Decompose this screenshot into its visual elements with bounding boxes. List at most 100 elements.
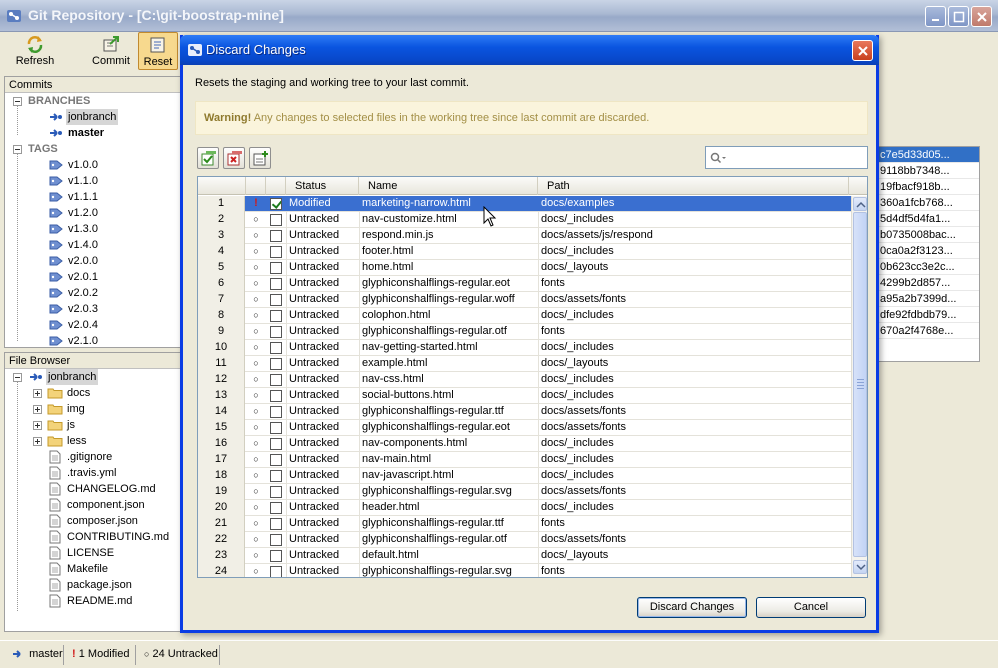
- row-checkbox[interactable]: [270, 486, 282, 498]
- select-none-button[interactable]: [223, 147, 245, 169]
- commit-hash[interactable]: dfe92fdbdb79...: [879, 307, 979, 323]
- commit-hash[interactable]: 9118bb7348...: [879, 163, 979, 179]
- commit-hash[interactable]: b0735008bac...: [879, 227, 979, 243]
- row-checkbox[interactable]: [270, 358, 282, 370]
- table-row[interactable]: 11 ○ Untracked example.html docs/_layouts: [198, 356, 851, 372]
- close-window-button[interactable]: [971, 6, 992, 27]
- tag-item[interactable]: v2.0.2: [5, 285, 183, 301]
- row-checkbox[interactable]: [270, 246, 282, 258]
- row-checkbox[interactable]: [270, 374, 282, 386]
- dialog-close-button[interactable]: [852, 40, 873, 61]
- tag-item[interactable]: v2.0.4: [5, 317, 183, 333]
- table-row[interactable]: 2 ○ Untracked nav-customize.html docs/_inclu…: [198, 212, 851, 228]
- scroll-down-button[interactable]: [853, 560, 867, 574]
- table-row[interactable]: 19 ○ Untracked glyphiconshalflings-regular.…: [198, 484, 851, 500]
- row-checkbox[interactable]: [270, 406, 282, 418]
- table-row[interactable]: 1! Modified marketing-narrow.html docs/exam…: [198, 196, 851, 212]
- row-checkbox[interactable]: [270, 342, 282, 354]
- folder-item[interactable]: docs: [5, 385, 183, 401]
- scroll-thumb[interactable]: [853, 212, 867, 557]
- reset-button[interactable]: Reset: [138, 32, 178, 70]
- table-row[interactable]: 8 ○ Untracked colophon.html docs/_includes: [198, 308, 851, 324]
- commit-hash[interactable]: 4299b2d857...: [879, 275, 979, 291]
- row-checkbox[interactable]: [270, 278, 282, 290]
- row-checkbox[interactable]: [270, 326, 282, 338]
- folder-item[interactable]: js: [5, 417, 183, 433]
- row-checkbox[interactable]: [270, 262, 282, 274]
- row-checkbox[interactable]: [270, 470, 282, 482]
- search-input[interactable]: [705, 146, 868, 169]
- tag-item[interactable]: v2.0.0: [5, 253, 183, 269]
- scroll-up-button[interactable]: [853, 197, 867, 211]
- folder-item[interactable]: less: [5, 433, 183, 449]
- file-item[interactable]: LICENSE: [5, 545, 183, 561]
- row-checkbox[interactable]: [270, 550, 282, 562]
- file-item[interactable]: Makefile: [5, 561, 183, 577]
- table-row[interactable]: 6 ○ Untracked glyphiconshalflings-regular.e…: [198, 276, 851, 292]
- file-item[interactable]: .travis.yml: [5, 465, 183, 481]
- tag-item[interactable]: v2.0.3: [5, 301, 183, 317]
- table-row[interactable]: 9 ○ Untracked glyphiconshalflings-regular.o…: [198, 324, 851, 340]
- maximize-button[interactable]: [948, 6, 969, 27]
- table-row[interactable]: 20 ○ Untracked header.html docs/_includes: [198, 500, 851, 516]
- row-checkbox[interactable]: [270, 534, 282, 546]
- commit-hash[interactable]: 5d4df5d4fa1...: [879, 211, 979, 227]
- branch-item-master[interactable]: master: [5, 125, 183, 141]
- table-row[interactable]: 15 ○ Untracked glyphiconshalflings-regular.…: [198, 420, 851, 436]
- row-checkbox[interactable]: [270, 454, 282, 466]
- row-checkbox[interactable]: [270, 438, 282, 450]
- row-checkbox[interactable]: [270, 390, 282, 402]
- commit-hash[interactable]: 0b623cc3e2c...: [879, 259, 979, 275]
- table-row[interactable]: 5 ○ Untracked home.html docs/_layouts: [198, 260, 851, 276]
- file-item[interactable]: CONTRIBUTING.md: [5, 529, 183, 545]
- row-checkbox[interactable]: [270, 230, 282, 242]
- commit-hash[interactable]: a95a2b7399d...: [879, 291, 979, 307]
- table-row[interactable]: 22 ○ Untracked glyphiconshalflings-regular.…: [198, 532, 851, 548]
- table-row[interactable]: 7 ○ Untracked glyphiconshalflings-regular.w…: [198, 292, 851, 308]
- folder-item[interactable]: img: [5, 401, 183, 417]
- name-column-header[interactable]: Name: [359, 177, 538, 195]
- table-row[interactable]: 12 ○ Untracked nav-css.html docs/_includes: [198, 372, 851, 388]
- table-row[interactable]: 13 ○ Untracked social-buttons.html docs/_inc…: [198, 388, 851, 404]
- table-row[interactable]: 14 ○ Untracked glyphiconshalflings-regular.…: [198, 404, 851, 420]
- select-all-button[interactable]: [197, 147, 219, 169]
- table-row[interactable]: 16 ○ Untracked nav-components.html docs/_inc…: [198, 436, 851, 452]
- commit-hash[interactable]: 19fbacf918b...: [879, 179, 979, 195]
- invert-selection-button[interactable]: [249, 147, 271, 169]
- tags-group[interactable]: TAGS: [5, 141, 183, 157]
- file-item[interactable]: package.json: [5, 577, 183, 593]
- table-row[interactable]: 21 ○ Untracked glyphiconshalflings-regular.…: [198, 516, 851, 532]
- table-row[interactable]: 24 ○ Untracked glyphiconshalflings-regular.…: [198, 564, 851, 577]
- tag-item[interactable]: v1.1.1: [5, 189, 183, 205]
- tag-item[interactable]: v1.1.0: [5, 173, 183, 189]
- minimize-button[interactable]: [925, 6, 946, 27]
- dialog-titlebar[interactable]: Discard Changes: [180, 35, 879, 65]
- table-row[interactable]: 17 ○ Untracked nav-main.html docs/_includes: [198, 452, 851, 468]
- file-browser-root[interactable]: jonbranch: [5, 369, 183, 385]
- tag-item[interactable]: v2.1.0: [5, 333, 183, 347]
- table-row[interactable]: 3 ○ Untracked respond.min.js docs/assets/js/…: [198, 228, 851, 244]
- commit-button[interactable]: Commit: [88, 32, 134, 70]
- row-checkbox[interactable]: [270, 310, 282, 322]
- tag-item[interactable]: v2.0.1: [5, 269, 183, 285]
- file-item[interactable]: component.json: [5, 497, 183, 513]
- table-row[interactable]: 18 ○ Untracked nav-javascript.html docs/_inc…: [198, 468, 851, 484]
- file-item[interactable]: composer.json: [5, 513, 183, 529]
- refresh-button[interactable]: Refresh: [12, 32, 58, 70]
- table-scrollbar[interactable]: [851, 196, 867, 577]
- path-column-header[interactable]: Path: [538, 177, 849, 195]
- cancel-button[interactable]: Cancel: [756, 597, 866, 618]
- row-checkbox[interactable]: [270, 518, 282, 530]
- commit-hash[interactable]: 360a1fcb768...: [879, 195, 979, 211]
- branch-item-jonbranch[interactable]: jonbranch: [5, 109, 183, 125]
- file-item[interactable]: README.md: [5, 593, 183, 609]
- tag-item[interactable]: v1.0.0: [5, 157, 183, 173]
- row-checkbox[interactable]: [270, 502, 282, 514]
- table-row[interactable]: 10 ○ Untracked nav-getting-started.html docs…: [198, 340, 851, 356]
- discard-changes-button[interactable]: Discard Changes: [637, 597, 747, 618]
- commit-hash[interactable]: 670a2f4768e...: [879, 323, 979, 339]
- row-checkbox[interactable]: [270, 294, 282, 306]
- row-checkbox[interactable]: [270, 214, 282, 226]
- commit-hash[interactable]: 0ca0a2f3123...: [879, 243, 979, 259]
- status-column-header[interactable]: Status: [286, 177, 359, 195]
